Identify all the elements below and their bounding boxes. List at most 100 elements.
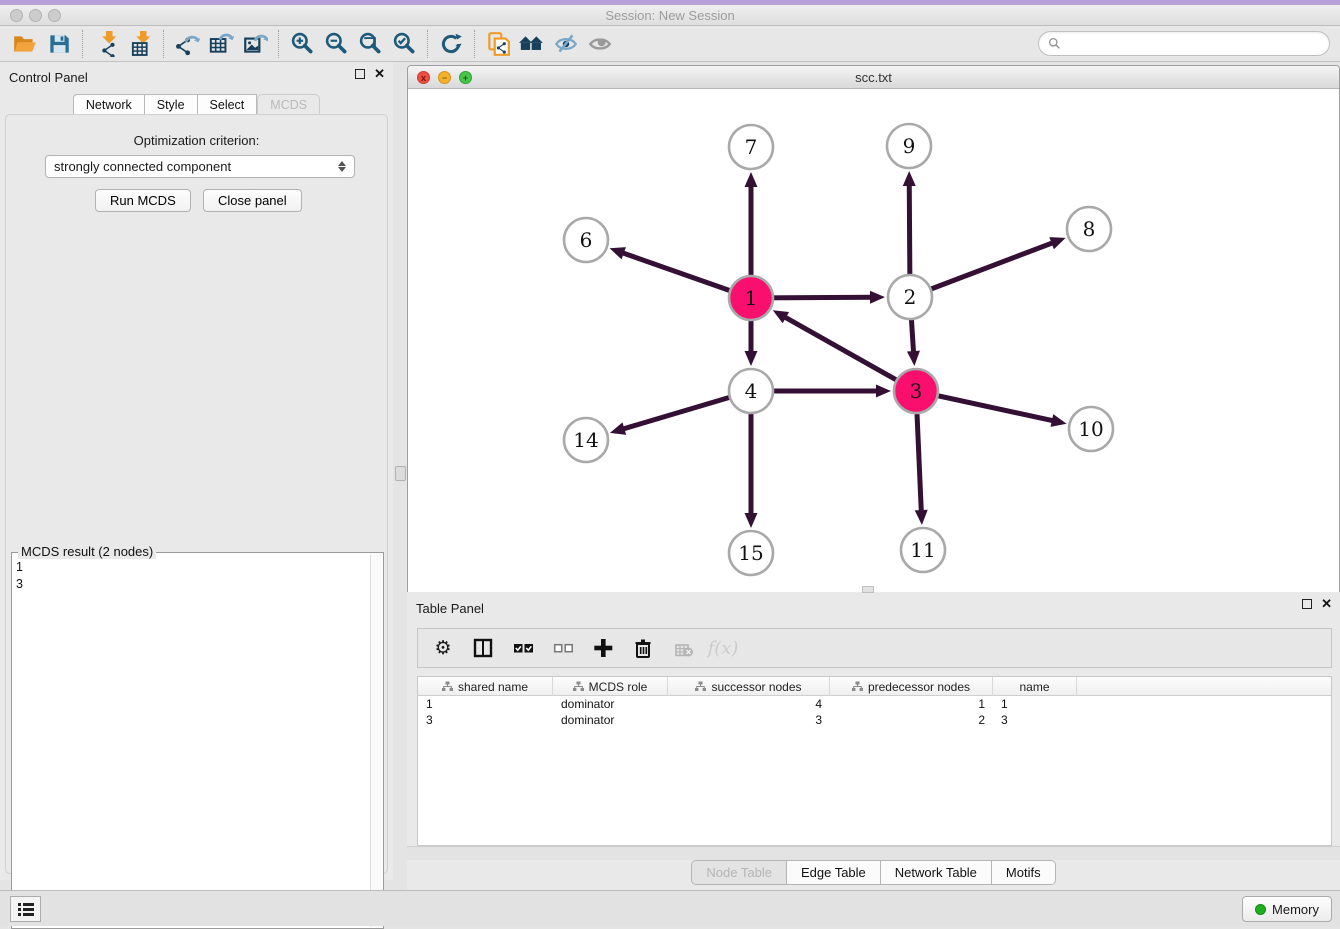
cell-name[interactable]: 1 — [993, 697, 1077, 711]
horizontal-splitter-handle[interactable] — [862, 586, 874, 593]
table-toolbar: ⚙f(x) — [417, 628, 1332, 668]
open-session-icon[interactable] — [8, 29, 42, 59]
network-canvas[interactable]: 1 2 3 4 6 7 8 9 10 11 14 15 — [408, 89, 1339, 592]
mcds-panel: Optimization criterion: strongly connect… — [5, 114, 388, 874]
node-15[interactable]: 15 — [729, 531, 773, 575]
node-11[interactable]: 11 — [901, 528, 945, 572]
toolbar-separator — [474, 30, 475, 58]
minimize-view-icon[interactable]: − — [438, 71, 451, 84]
zoom-window-icon[interactable] — [48, 9, 61, 22]
cell-successor-nodes[interactable]: 4 — [668, 697, 830, 711]
node-10[interactable]: 10 — [1069, 407, 1113, 451]
vertical-splitter-handle[interactable] — [395, 466, 406, 481]
node-6[interactable]: 6 — [564, 218, 608, 262]
column-hierarchy-icon — [573, 681, 584, 692]
show-graphics-icon[interactable] — [583, 29, 617, 59]
column-header-successor-nodes[interactable]: successor nodes — [668, 677, 830, 696]
node-9[interactable]: 9 — [887, 124, 931, 168]
node-14[interactable]: 14 — [564, 418, 608, 462]
close-table-panel-icon[interactable]: ✕ — [1321, 599, 1332, 609]
export-image-icon[interactable] — [238, 29, 272, 59]
column-header-shared-name[interactable]: shared name — [418, 677, 553, 696]
zoom-fit-icon[interactable] — [353, 29, 387, 59]
tab-style[interactable]: Style — [144, 94, 197, 115]
export-network-icon[interactable] — [170, 29, 204, 59]
cell-shared-name[interactable]: 3 — [418, 713, 553, 727]
cell-predecessor-nodes[interactable]: 2 — [830, 713, 993, 727]
control-panel-header: Control Panel ✕ — [0, 62, 393, 92]
deselect-all-checkboxes-icon[interactable] — [550, 635, 576, 661]
app-titlebar[interactable]: Session: New Session — [0, 5, 1340, 26]
column-header-MCDS-role[interactable]: MCDS role — [553, 677, 668, 696]
tab-motifs[interactable]: Motifs — [991, 860, 1056, 885]
search-input[interactable] — [1065, 34, 1329, 54]
mcds-result-lines: 13 — [16, 559, 23, 593]
search-box[interactable] — [1038, 31, 1330, 56]
node-7[interactable]: 7 — [729, 125, 773, 169]
column-header-name[interactable]: name — [993, 677, 1077, 696]
node-8[interactable]: 8 — [1067, 207, 1111, 251]
select-all-checkboxes-icon[interactable] — [510, 635, 536, 661]
maximize-view-icon[interactable]: + — [459, 71, 472, 84]
network-view-title: scc.txt — [408, 66, 1339, 89]
run-mcds-button[interactable]: Run MCDS — [95, 189, 191, 212]
save-session-icon[interactable] — [42, 29, 76, 59]
table-settings-gear-icon[interactable]: ⚙ — [430, 635, 456, 661]
close-panel-icon[interactable]: ✕ — [374, 69, 385, 79]
tab-select[interactable]: Select — [197, 94, 258, 115]
task-history-button[interactable] — [10, 896, 41, 922]
import-table-icon[interactable] — [123, 29, 157, 59]
tab-node-table[interactable]: Node Table — [691, 860, 786, 885]
import-network-icon[interactable] — [89, 29, 123, 59]
cell-successor-nodes[interactable]: 3 — [668, 713, 830, 727]
cell-MCDS-role[interactable]: dominator — [553, 713, 668, 727]
result-scrollbar[interactable] — [370, 554, 382, 927]
export-table-icon[interactable] — [204, 29, 238, 59]
zoom-selected-icon[interactable] — [387, 29, 421, 59]
edge-3-1[interactable] — [773, 310, 916, 391]
result-line: 1 — [16, 559, 23, 576]
node-3[interactable]: 3 — [894, 369, 938, 413]
window-title: Session: New Session — [0, 5, 1340, 26]
toolbar-separator — [163, 30, 164, 58]
main-toolbar — [0, 26, 1340, 62]
refresh-layout-icon[interactable] — [434, 29, 468, 59]
criterion-select[interactable]: strongly connected component — [45, 155, 355, 178]
zoom-in-icon[interactable] — [285, 29, 319, 59]
tab-network-table[interactable]: Network Table — [880, 860, 991, 885]
node-table[interactable]: shared nameMCDS rolesuccessor nodesprede… — [417, 676, 1332, 846]
table-row[interactable]: 1dominator411 — [418, 696, 1331, 712]
svg-text:8: 8 — [1083, 217, 1096, 241]
node-4[interactable]: 4 — [729, 369, 773, 413]
float-table-panel-icon[interactable] — [1302, 599, 1312, 609]
node-1[interactable]: 1 — [729, 276, 773, 320]
cell-MCDS-role[interactable]: dominator — [553, 697, 668, 711]
table-row[interactable]: 3dominator323 — [418, 712, 1331, 728]
network-window-titlebar[interactable]: x − + scc.txt — [408, 66, 1339, 89]
float-panel-icon[interactable] — [355, 69, 365, 79]
column-header-predecessor-nodes[interactable]: predecessor nodes — [830, 677, 993, 696]
close-panel-button[interactable]: Close panel — [203, 189, 302, 212]
minimize-window-icon[interactable] — [29, 9, 42, 22]
control-panel-title: Control Panel — [9, 70, 88, 85]
delete-row-icon[interactable] — [630, 635, 656, 661]
cell-shared-name[interactable]: 1 — [418, 697, 553, 711]
toggle-column-icon[interactable] — [470, 635, 496, 661]
tab-mcds[interactable]: MCDS — [257, 94, 320, 115]
cell-name[interactable]: 3 — [993, 713, 1077, 727]
zoom-out-icon[interactable] — [319, 29, 353, 59]
close-window-icon[interactable] — [10, 9, 23, 22]
tab-network[interactable]: Network — [73, 94, 144, 115]
hide-graphics-icon[interactable] — [549, 29, 583, 59]
memory-button[interactable]: Memory — [1242, 896, 1332, 922]
list-icon — [17, 901, 35, 917]
home-icon[interactable] — [515, 29, 549, 59]
add-row-icon[interactable] — [590, 635, 616, 661]
cell-predecessor-nodes[interactable]: 1 — [830, 697, 993, 711]
table-scrollbar-strip[interactable] — [407, 846, 1340, 860]
clipboard-network-icon[interactable] — [481, 29, 515, 59]
close-view-icon[interactable]: x — [417, 71, 430, 84]
node-2[interactable]: 2 — [888, 275, 932, 319]
edge-2-8[interactable] — [910, 237, 1066, 297]
tab-edge-table[interactable]: Edge Table — [786, 860, 880, 885]
